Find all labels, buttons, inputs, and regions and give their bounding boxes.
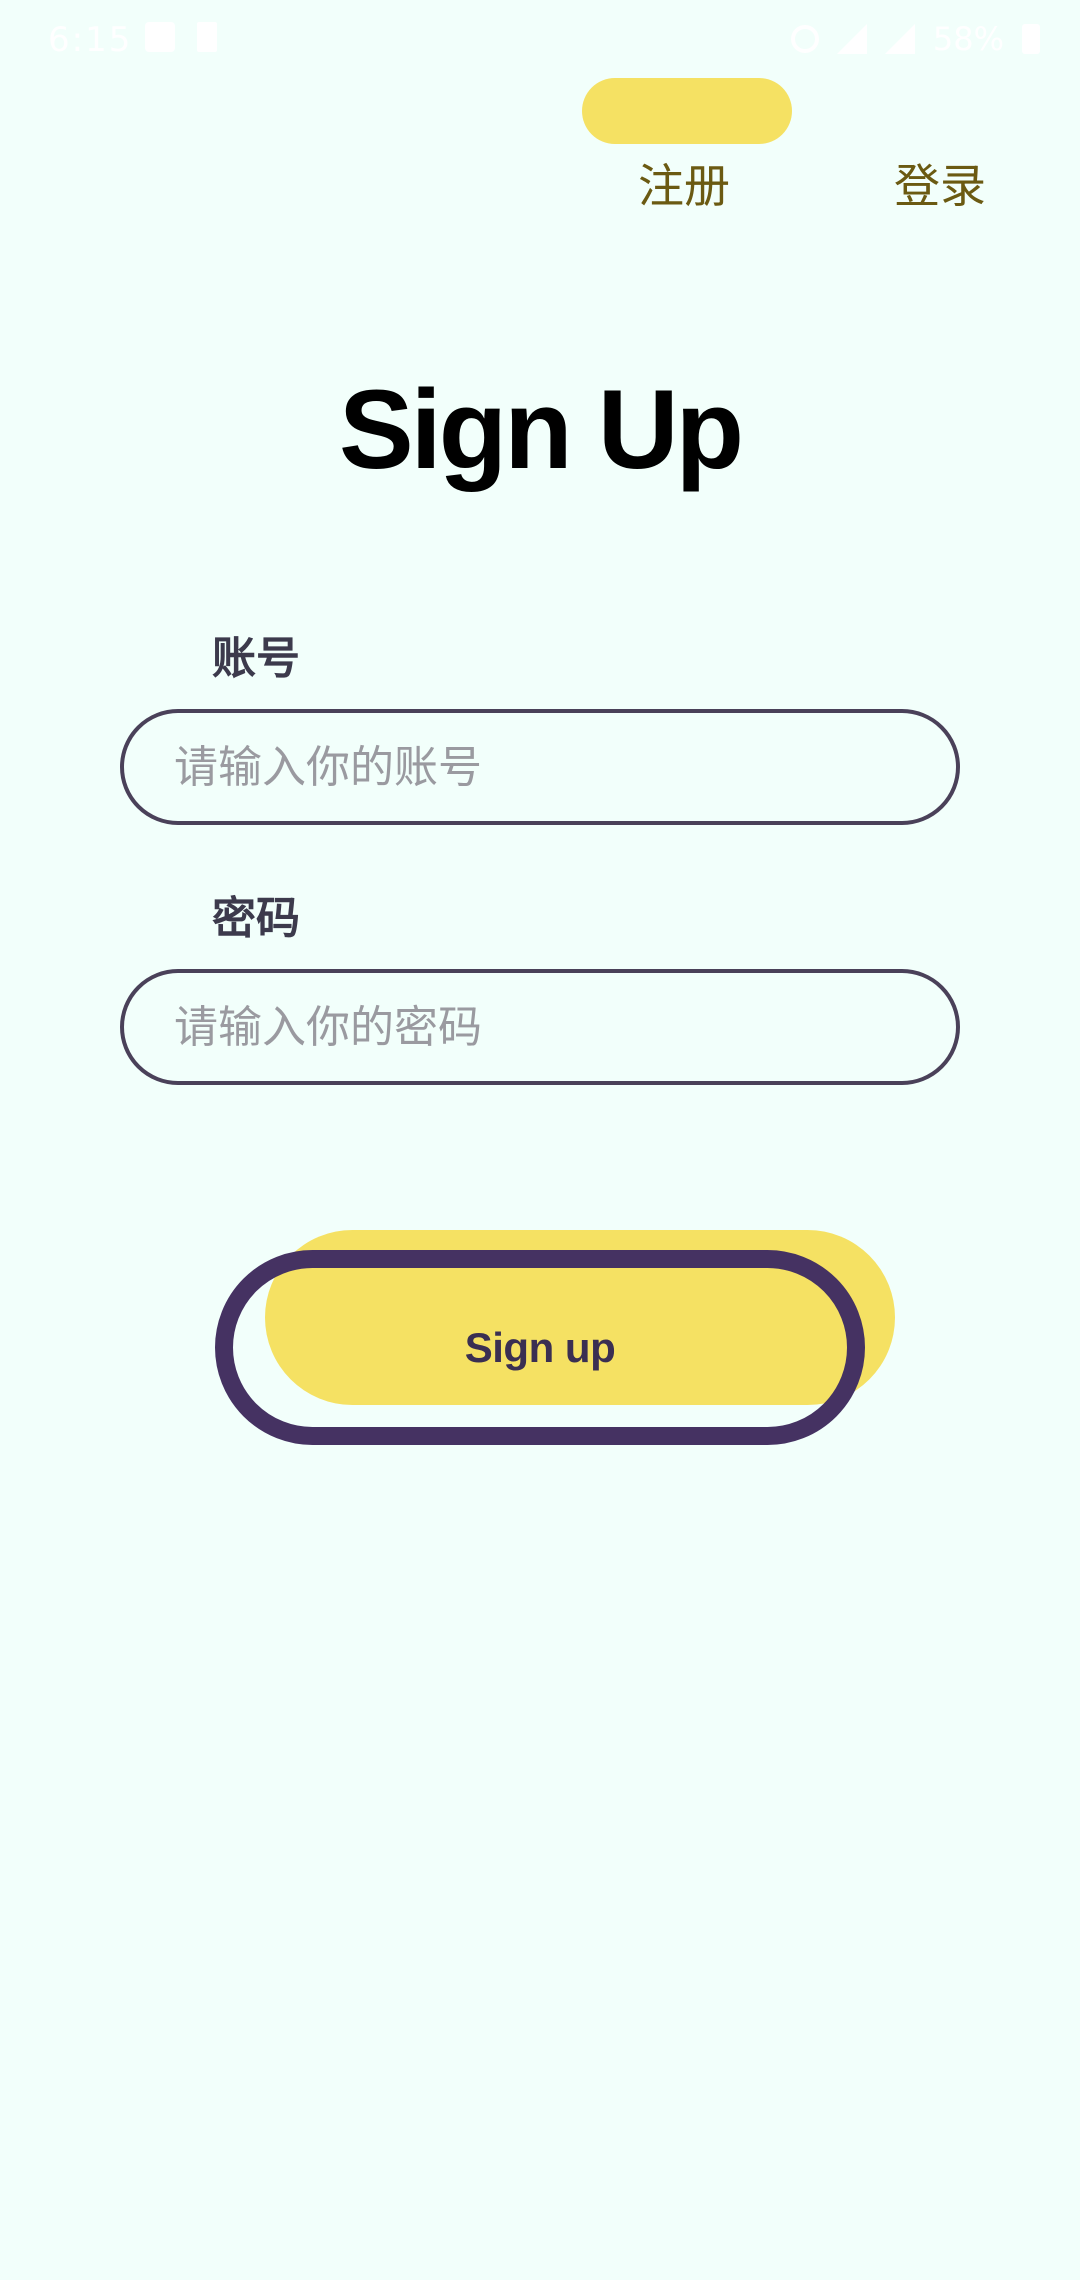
account-input[interactable] xyxy=(120,709,960,825)
image-icon xyxy=(145,22,175,52)
status-right-icons: 58% xyxy=(790,20,1040,58)
account-label: 账号 xyxy=(212,633,300,684)
signup-button-label: Sign up xyxy=(464,1323,616,1371)
signup-button[interactable]: Sign up xyxy=(215,1250,865,1445)
status-left-icons xyxy=(145,22,217,52)
page-title: Sign Up xyxy=(338,367,744,492)
tab-signup[interactable]: 注册 xyxy=(638,150,730,216)
status-time: 6:15 xyxy=(48,20,133,60)
bolt-icon xyxy=(197,22,217,52)
signal-icon xyxy=(836,24,867,54)
tab-login[interactable]: 登录 xyxy=(894,150,986,216)
battery-icon xyxy=(1022,24,1040,54)
top-tabs: 注册 登录 xyxy=(0,70,1080,220)
battery-percent: 58% xyxy=(932,20,1004,58)
password-input[interactable] xyxy=(120,969,960,1085)
wifi-icon xyxy=(884,24,915,54)
signup-button-area: Sign up xyxy=(215,1230,895,1445)
circle-icon xyxy=(790,25,819,53)
password-label: 密码 xyxy=(212,893,300,944)
active-tab-indicator xyxy=(582,78,792,144)
status-bar: 6:15 58% xyxy=(0,0,1080,80)
